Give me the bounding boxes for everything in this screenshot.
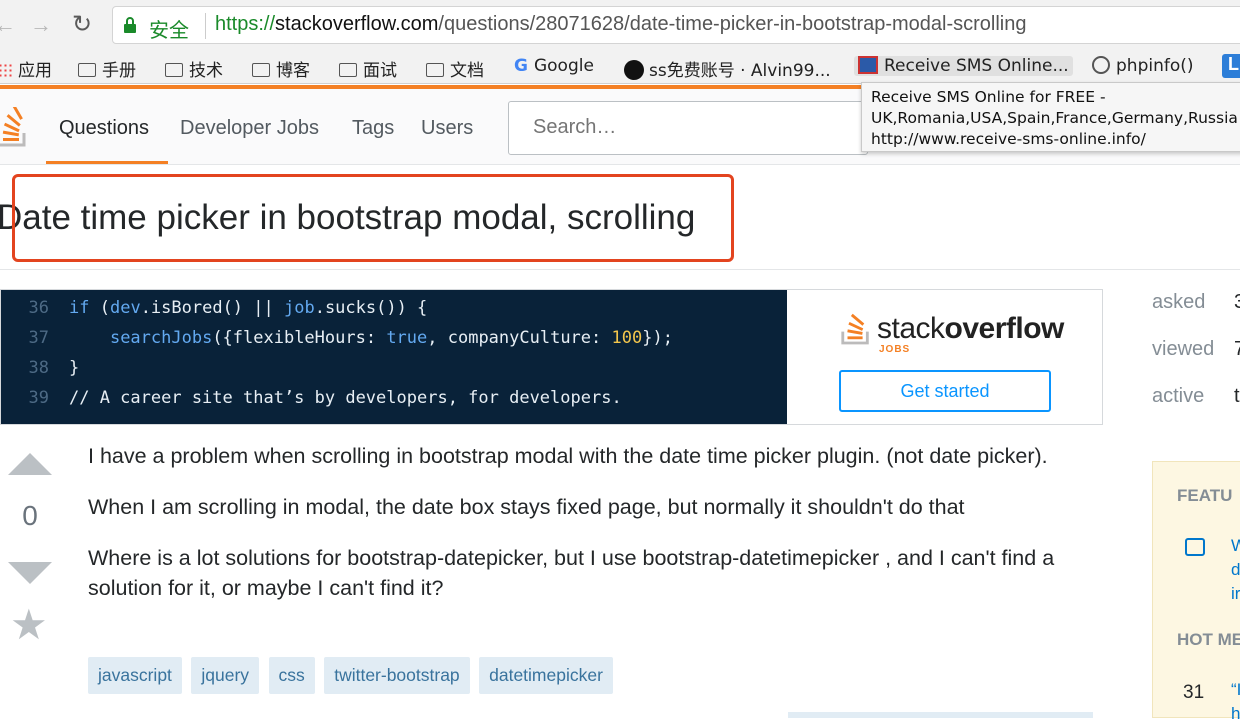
sms-site-icon bbox=[858, 56, 878, 74]
nav-users[interactable]: Users bbox=[421, 117, 473, 140]
lock-icon bbox=[124, 17, 136, 33]
url-scheme: https:// bbox=[215, 13, 276, 35]
active-tab-indicator bbox=[46, 161, 168, 164]
reload-icon[interactable]: ↻ bbox=[72, 10, 92, 39]
tooltip-line: http://www.receive-sms-online.info/ bbox=[871, 130, 1146, 148]
url-host: stackoverflow.com bbox=[275, 13, 439, 35]
folder-icon bbox=[252, 63, 270, 77]
nav-questions[interactable]: Questions bbox=[59, 117, 149, 140]
bookmark-phpinfo[interactable]: phpinfo() bbox=[1092, 56, 1194, 76]
tag-javascript[interactable]: javascript bbox=[88, 657, 182, 694]
stackoverflow-jobs-logo-icon bbox=[841, 313, 869, 345]
get-started-button[interactable]: Get started bbox=[839, 370, 1051, 412]
bookmark-manual[interactable]: 手册 bbox=[78, 56, 136, 81]
featured-heading: FEATU bbox=[1177, 486, 1233, 505]
code-line: 38} bbox=[28, 358, 80, 378]
stat-active-label: active bbox=[1152, 385, 1205, 407]
featured-link[interactable]: ir bbox=[1231, 584, 1240, 604]
secure-label: 安全 bbox=[149, 18, 189, 42]
php-icon bbox=[1092, 56, 1110, 74]
tag-jquery[interactable]: jquery bbox=[191, 657, 260, 694]
bookmark-apps[interactable]: 应用 bbox=[0, 56, 52, 81]
nav-developer-jobs[interactable]: Developer Jobs bbox=[180, 117, 319, 140]
hot-meta-count: 31 bbox=[1183, 682, 1205, 703]
browser-toolbar: ← → ↻ 安全 https://stackoverflow.com/quest… bbox=[0, 0, 1240, 50]
folder-icon bbox=[426, 63, 444, 77]
speech-bubble-icon bbox=[1185, 538, 1205, 556]
bookmark-tooltip: Receive SMS Online for FREE - UK,Romania… bbox=[861, 82, 1240, 152]
url-text[interactable]: https://stackoverflow.com/questions/2807… bbox=[215, 13, 1027, 36]
question-paragraph: Where is a lot solutions for bootstrap-d… bbox=[88, 546, 1055, 600]
back-icon[interactable]: ← bbox=[0, 12, 16, 38]
folder-icon bbox=[78, 63, 96, 77]
stat-active-value[interactable]: t bbox=[1234, 385, 1240, 408]
featured-link[interactable]: d bbox=[1231, 560, 1240, 580]
ad-brand-panel: stackoverflow JOBS Get started bbox=[787, 290, 1102, 424]
stat-viewed-label: viewed bbox=[1152, 338, 1215, 360]
url-path: /questions/28071628/date-time-picker-in-… bbox=[438, 13, 1027, 35]
code-line: 37 searchJobs({flexibleHours: true, comp… bbox=[28, 328, 673, 348]
comment-area-edge bbox=[788, 712, 1093, 718]
address-bar[interactable]: 安全 https://stackoverflow.com/questions/2… bbox=[112, 6, 1240, 44]
tag-twitter-bootstrap[interactable]: twitter-bootstrap bbox=[324, 657, 470, 694]
highlight-annotation bbox=[12, 174, 734, 262]
code-line: 36 if (dev.isBored() || job.sucks()) { bbox=[28, 298, 428, 318]
nav-tags[interactable]: Tags bbox=[352, 117, 394, 140]
tag-css[interactable]: css bbox=[268, 657, 315, 694]
tooltip-line: UK,Romania,USA,Spain,France,Germany,Russ… bbox=[871, 109, 1238, 127]
search-box bbox=[508, 101, 868, 155]
tooltip-line: Receive SMS Online for FREE - bbox=[871, 88, 1106, 106]
bookmark-blog[interactable]: 博客 bbox=[252, 56, 310, 81]
forward-icon[interactable]: → bbox=[30, 12, 52, 38]
hot-meta-link[interactable]: “I bbox=[1231, 680, 1240, 700]
question-paragraph: I have a problem when scrolling in boots… bbox=[88, 444, 1048, 468]
divider bbox=[0, 269, 1240, 270]
folder-icon bbox=[165, 63, 183, 77]
apps-icon bbox=[0, 63, 12, 77]
bookmark-google[interactable]: G Google bbox=[514, 56, 594, 76]
tag-list: javascript jquery css twitter-bootstrap … bbox=[88, 657, 618, 694]
ad-brand-name: stackoverflow bbox=[877, 312, 1064, 345]
question-body: I have a problem when scrolling in boots… bbox=[88, 441, 1068, 624]
bookmark-ss[interactable]: ss免费账号 · Alvin99... bbox=[624, 56, 831, 81]
search-input[interactable] bbox=[509, 102, 867, 153]
google-icon: G bbox=[514, 56, 528, 76]
ad-brand-sub: JOBS bbox=[879, 344, 911, 355]
bookmark-overflow[interactable]: L bbox=[1222, 54, 1240, 78]
vote-count: 0 bbox=[22, 500, 38, 531]
upvote-icon[interactable] bbox=[8, 453, 52, 475]
question-paragraph: When I am scrolling in modal, the date b… bbox=[88, 495, 965, 519]
bookmark-interview[interactable]: 面试 bbox=[339, 56, 397, 81]
stat-viewed-value: 7 bbox=[1234, 338, 1240, 360]
bookmark-receive-sms[interactable]: Receive SMS Online... bbox=[854, 56, 1073, 76]
downvote-icon[interactable] bbox=[8, 562, 52, 584]
bookmark-docs[interactable]: 文档 bbox=[426, 56, 484, 81]
hot-meta-link[interactable]: h bbox=[1231, 704, 1240, 724]
github-icon bbox=[624, 60, 644, 80]
bookmarks-bar: 应用 手册 技术 博客 面试 文档 G Google ss免费账号 · Alvin… bbox=[0, 50, 1240, 84]
favorite-star-icon[interactable]: ★ bbox=[10, 604, 48, 646]
tag-datetimepicker[interactable]: datetimepicker bbox=[479, 657, 613, 694]
jobs-ad[interactable]: 36 if (dev.isBored() || job.sucks()) { 37… bbox=[0, 289, 1103, 425]
featured-sidebar: FEATU W d ir HOT ME 31 “I h bbox=[1152, 461, 1240, 723]
code-line: 39// A career site that’s by developers,… bbox=[28, 388, 622, 408]
stat-asked-label: asked bbox=[1152, 291, 1206, 313]
url-divider bbox=[205, 13, 206, 39]
folder-icon bbox=[339, 63, 357, 77]
bookmark-tech[interactable]: 技术 bbox=[165, 56, 223, 81]
hot-meta-heading: HOT ME bbox=[1177, 630, 1240, 649]
featured-link[interactable]: W bbox=[1231, 536, 1240, 556]
stat-asked-value[interactable]: 3 bbox=[1234, 291, 1240, 314]
ad-code-panel: 36 if (dev.isBored() || job.sucks()) { 37… bbox=[1, 290, 787, 424]
stackoverflow-logo-icon[interactable] bbox=[0, 107, 30, 147]
